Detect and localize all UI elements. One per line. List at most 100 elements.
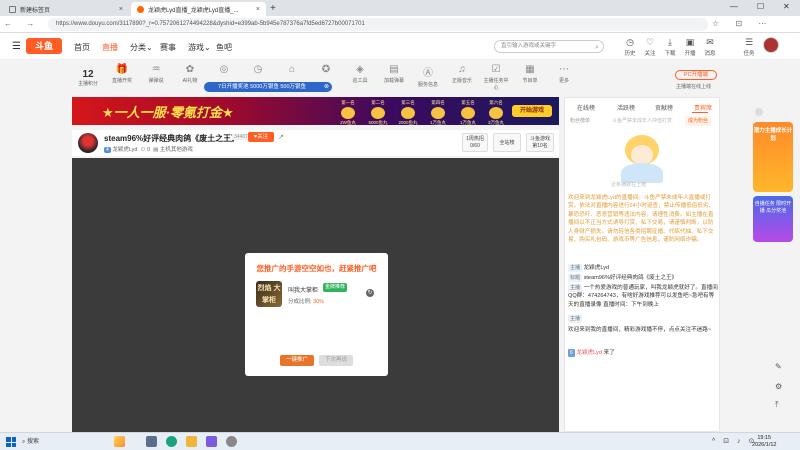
tool-timer[interactable]: ◷ [244,64,272,77]
address-bar-row: ← → ⟳ https://www.douyu.com/3117890?_r=0… [0,16,800,33]
tool-schedule[interactable]: ▦ 节目单 [516,64,544,84]
download-button[interactable]: ⤓ 下载 [662,37,678,57]
tab-contribution[interactable]: 贡献榜 [655,103,673,112]
search-placeholder: 直引输入游戏或关键字 [501,43,557,49]
fan-rank-label: 粉丝榜单 [570,118,591,124]
app-icon[interactable] [226,436,237,447]
scroll-top-icon[interactable]: ⤒ [775,400,779,410]
folder-icon[interactable] [186,436,197,447]
search-input[interactable]: 直引输入游戏或关键字 ⌕ [494,40,604,53]
prize-rank: 第二名 [371,100,385,105]
tool-load-danmu[interactable]: ▤ 加载弹幕 [380,64,408,84]
all-site-rank-button[interactable]: 全站榜 [493,133,521,152]
history-button[interactable]: ◷ 历史 [622,37,638,57]
tool-service[interactable]: Ⓐ 服务信息 [414,64,442,88]
game-rank-button[interactable]: 斗鱼游戏 第10名 [526,133,554,152]
game-icon: 烈焰 大掌柜 [256,281,282,307]
edge-icon[interactable] [166,436,177,447]
later-button[interactable]: 下次再说 [319,355,353,366]
task-ad[interactable]: 自播任务 限时开播 瓜分奖池 [753,196,793,242]
store-icon[interactable] [206,436,217,447]
feedback-icon[interactable]: ✎ [775,362,782,371]
share-icon[interactable]: ↗ [278,133,284,141]
promo-pill[interactable]: 7日开播奖池 5000万银鱼 500万银鱼 ⊗ [204,82,332,92]
taskbar-search[interactable]: ⌕ 搜索 [22,436,102,448]
task-view-icon[interactable] [146,436,157,447]
refresh-icon[interactable]: ↻ [366,289,374,297]
broadcast-icon: ▣ [685,37,695,47]
become-fan-button[interactable]: 成为粉丝 [685,116,712,126]
messages-button[interactable]: ✉ 消息 [702,37,718,57]
url-field[interactable]: https://www.douyu.com/3117890?_r=0.75720… [48,18,708,31]
prize-rank: 第四名 [431,100,445,105]
browser-tab-douyu[interactable]: 龙颖虎Lyd直播_龙颖虎Lyd直播_... × [131,2,266,16]
chat-username[interactable]: 龙颖虎Lyd [576,350,602,356]
maximize-button[interactable]: ☐ [757,2,764,11]
prize-item: 第二名 5000鱼丸 [364,100,392,125]
tool-more[interactable]: ⋯ 更多 [550,64,578,84]
settings-icon[interactable]: ⚙ [775,382,782,391]
tool-patrol[interactable]: ◈ 巡工具 [346,64,374,84]
promote-button[interactable]: 一键推广 [280,355,314,366]
tab-active[interactable]: 活跃榜 [617,103,635,112]
browser-toolbar-icons[interactable]: ☆ ⊡ ⋯ [712,19,773,28]
more-icon: ⋯ [559,64,569,75]
copilot-icon[interactable] [114,436,125,447]
tool-lottery[interactable]: 🎁 直播开奖 [108,64,136,84]
streamer-avatar[interactable] [78,133,98,153]
minimize-button[interactable]: — [730,2,738,11]
tool-ai-gift[interactable]: ✿ AI礼物 [176,64,204,84]
new-tab-button[interactable]: + [270,3,276,14]
coin-icon [341,107,355,119]
nav-games[interactable]: 游戏⌄ [188,42,211,53]
search-icon[interactable]: ⌕ [595,42,599,53]
tool-music[interactable]: ♫ 正版音乐 [448,64,476,84]
system-tray[interactable]: ^ ⊡ ♪ ⊙ [712,437,757,445]
golive-button[interactable]: ▣ 开播 [682,37,698,57]
nav-home[interactable]: 首页 [74,42,90,53]
weekly-rank-button[interactable]: 1周热招 0/60 [462,133,488,152]
chevron-down-icon: ⌄ [204,43,211,52]
illustration-body [621,163,663,183]
collapse-icon[interactable] [755,108,763,116]
close-tab-icon[interactable]: × [119,6,123,13]
coin-icon [371,107,385,119]
douyu-logo[interactable]: 斗鱼 [26,38,62,54]
promo-banner[interactable]: ★一人一服·零氪打金★ 第一名 2W鱼丸 第二名 5000鱼丸 第三名 2000鱼丸 … [72,97,559,125]
streamer-name[interactable]: 龙颖虎Lyd [112,147,137,153]
site-header: ☰ 斗鱼 首页 直播 分类⌄ 赛事 游戏⌄ 鱼吧 直引输入游戏或关键字 ⌕ ◷ 历… [0,33,800,60]
category-link[interactable]: 主机其他游戏 [160,147,193,153]
user-avatar[interactable] [763,37,779,53]
tab-online[interactable]: 在线榜 [577,103,595,112]
follow-button[interactable]: ♡ 关注 [642,37,658,57]
close-icon[interactable]: ⊗ [324,82,329,92]
tool-star[interactable]: ✪ [312,64,340,77]
close-window-button[interactable]: ✕ [783,2,790,11]
tasks-button[interactable]: ☰ 任务 [741,37,757,57]
prize-rank: 第一名 [341,100,355,105]
start-game-button[interactable]: 开始游戏 [512,105,552,117]
growth-plan-ad[interactable]: 潜力主播成长计划 [753,122,793,192]
chat-text: 欢迎来到我的直播间，精彩游戏播不停，点点关注不迷路~ [568,327,712,333]
prize-reward: 1万鱼丸 [459,120,476,125]
pc-client-button[interactable]: PC开播端 [675,70,717,80]
feature-toolbar: 🎁 直播开奖 ♒ 弹弹说 ✿ AI礼物 ◎ ◷ ⌂ ✪ ◈ 巡工具 ▤ 加载弹幕 Ⓐ 服务信… [72,62,717,92]
windows-start-icon[interactable] [6,437,16,447]
tool-room[interactable]: ⌂ [278,64,306,77]
tool-danmu[interactable]: ♒ 弹弹说 [142,64,170,84]
tool-target[interactable]: ◎ [210,64,238,77]
golive-label: 开播 [684,51,696,57]
browser-tab-newtab[interactable]: 新建标签页 × [3,2,129,16]
nav-fishbar[interactable]: 鱼吧 [216,42,232,53]
tab-vip[interactable]: 贵宾席 [694,103,712,112]
taskbar-clock[interactable]: 19:15 2026/1/12 [752,435,776,449]
tool-task-center[interactable]: ☑ 主播任务中心 [482,64,510,91]
star-icon: ✪ [321,64,331,75]
nav-events[interactable]: 赛事 [160,42,176,53]
menu-icon[interactable]: ☰ [12,41,21,52]
nav-live[interactable]: 直播 [102,42,118,53]
follow-button[interactable]: ♥关注 [248,132,274,142]
pc-client-subtext: 主播端在线上线 [676,84,712,90]
close-tab-icon[interactable]: × [256,6,260,13]
nav-category[interactable]: 分类⌄ [130,42,153,53]
